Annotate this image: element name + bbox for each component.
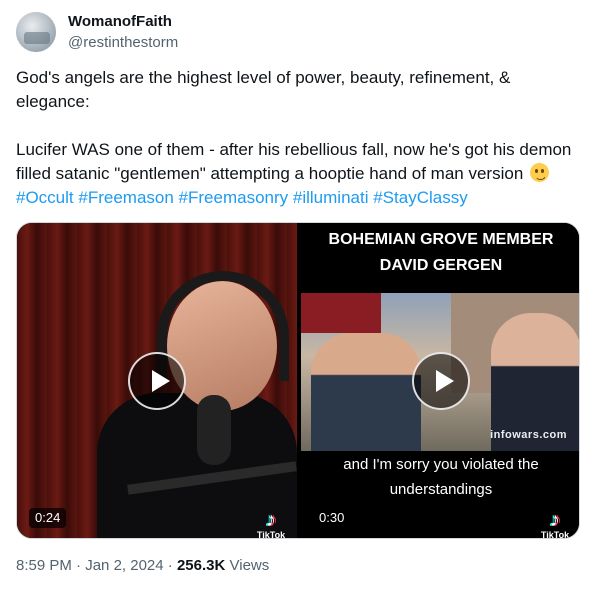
video-right-person-1 [311, 333, 421, 451]
woozy-face-emoji-icon [530, 163, 550, 182]
author-display-name[interactable]: WomanofFaith [68, 12, 172, 32]
play-icon[interactable] [412, 352, 470, 410]
tweet-date[interactable]: Jan 2, 2024 [85, 557, 163, 574]
views-count: 256.3K [176, 557, 226, 574]
avatar-image-detail [24, 32, 50, 44]
tiktok-logo-icon: ♪ TikTok [251, 509, 291, 539]
author-handle[interactable]: @restinthestorm [68, 33, 178, 53]
hashtag-occult[interactable]: #Occult [16, 188, 74, 207]
tweet-paragraph-1: God's angels are the highest level of po… [16, 68, 511, 111]
meta-separator: · [167, 557, 173, 574]
video-right-title-line-2: DAVID GERGEN [379, 257, 503, 274]
avatar[interactable] [16, 12, 56, 52]
video-left-microphone [197, 395, 231, 465]
video-left[interactable]: 0:24 ♪ TikTok [17, 223, 297, 539]
video-right-duration: 0:30 [313, 508, 351, 528]
tweet-time[interactable]: 8:59 PM [16, 557, 72, 574]
tiktok-note-icon: ♪ [266, 509, 276, 531]
tweet-meta: 8:59 PM · Jan 2, 2024 · 256.3K Views [16, 556, 269, 576]
hashtag-freemason[interactable]: #Freemason [78, 188, 173, 207]
tiktok-note-icon: ♪ [550, 509, 560, 531]
tweet-text: God's angels are the highest level of po… [16, 66, 586, 210]
hashtag-freemasonry[interactable]: #Freemasonry [179, 188, 289, 207]
hashtag-stayclassy[interactable]: #StayClassy [373, 188, 467, 207]
play-icon[interactable] [128, 352, 186, 410]
video-right-caption-line-2: understandings [389, 481, 493, 498]
video-right[interactable]: BOHEMIAN GROVE MEMBER DAVID GERGEN infow… [301, 223, 579, 539]
tiktok-logo-icon: ♪ TikTok [535, 509, 575, 539]
video-right-title-line-1: BOHEMIAN GROVE MEMBER [328, 231, 554, 248]
tweet-paragraph-2-text: Lucifer WAS one of them - after his rebe… [16, 140, 572, 183]
tiktok-label: TikTok [256, 530, 286, 539]
meta-separator: · [76, 557, 82, 574]
hashtag-illuminati[interactable]: #illuminati [293, 188, 369, 207]
video-right-watermark: infowars.com [490, 429, 567, 441]
tweet-paragraph-2: Lucifer WAS one of them - after his rebe… [16, 138, 586, 210]
video-left-duration: 0:24 [29, 508, 67, 528]
video-right-caption-line-1: and I'm sorry you violated the [343, 456, 539, 473]
media-grid: 0:24 ♪ TikTok BOHEMIAN GROVE MEMBER DAVI… [16, 222, 580, 539]
video-right-banner [301, 293, 381, 333]
tiktok-label: TikTok [540, 530, 570, 539]
views-label: Views [229, 557, 270, 574]
